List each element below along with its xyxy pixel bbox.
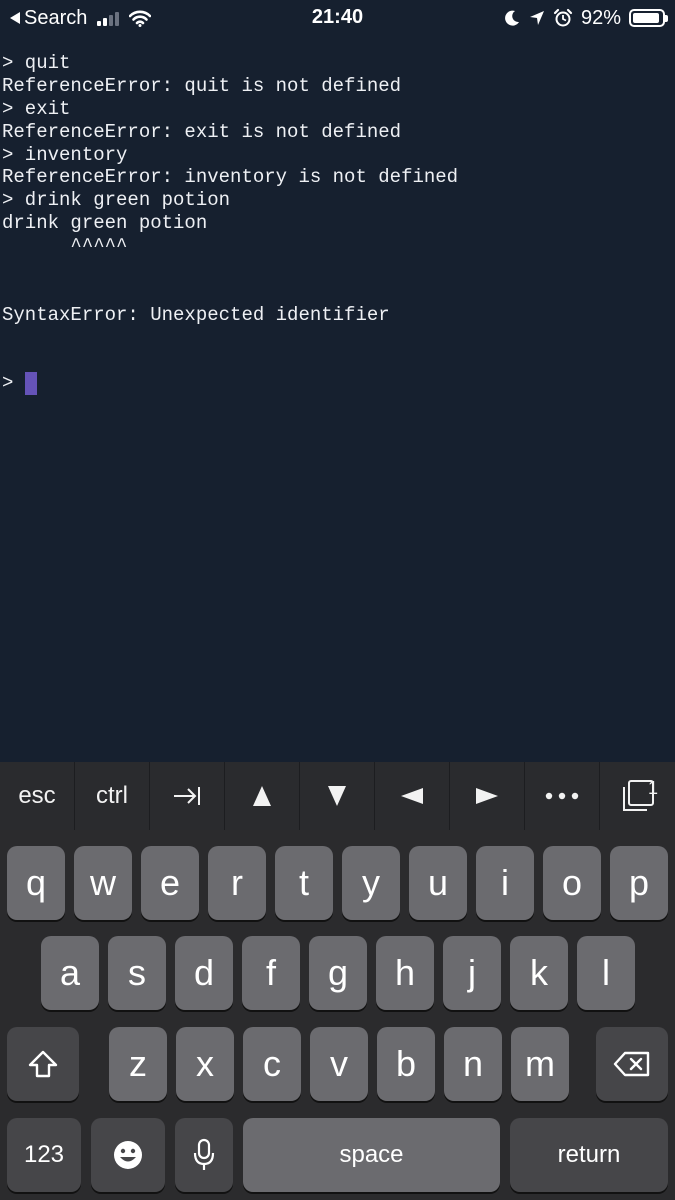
microphone-key[interactable]: [175, 1118, 233, 1192]
status-bar: Search 21:40 92%: [0, 0, 675, 38]
terminal-line: SyntaxError: Unexpected identifier: [2, 303, 390, 326]
key-u[interactable]: u: [409, 846, 467, 920]
terminal-line: ReferenceError: exit is not defined: [2, 120, 402, 143]
arrow-left-icon: [401, 788, 423, 804]
emoji-icon: [114, 1141, 142, 1169]
alarm-icon: [553, 8, 573, 27]
key-m[interactable]: m: [511, 1027, 569, 1101]
arrow-down-key[interactable]: [300, 762, 375, 830]
terminal-output[interactable]: > quit ReferenceError: quit is not defin…: [0, 38, 675, 762]
accessory-key-bar: esc ctrl 1: [0, 762, 675, 830]
key-s[interactable]: s: [108, 936, 166, 1010]
esc-key[interactable]: esc: [0, 762, 75, 830]
text-cursor: [25, 372, 38, 396]
emoji-key[interactable]: [91, 1118, 165, 1192]
key-c[interactable]: c: [243, 1027, 301, 1101]
shift-icon: [28, 1050, 58, 1078]
arrow-left-key[interactable]: [375, 762, 450, 830]
window-switch-key[interactable]: 1: [600, 762, 675, 830]
window-number: 1: [647, 778, 658, 798]
terminal-line: drink green potion: [2, 212, 208, 235]
key-x[interactable]: x: [176, 1027, 234, 1101]
more-key[interactable]: [525, 762, 600, 830]
battery-fill: [633, 13, 659, 23]
battery-percent: 92%: [580, 6, 621, 29]
moon-icon: [505, 10, 519, 26]
key-f[interactable]: f: [242, 936, 300, 1010]
terminal-line: ReferenceError: quit is not defined: [2, 74, 402, 97]
space-key[interactable]: space: [243, 1118, 500, 1192]
ctrl-key[interactable]: ctrl: [75, 762, 150, 830]
terminal-line: > inventory: [2, 143, 128, 166]
key-n[interactable]: n: [444, 1027, 502, 1101]
terminal-line: > quit: [2, 52, 71, 74]
prompt-symbol: >: [2, 372, 14, 395]
key-a[interactable]: a: [41, 936, 99, 1010]
delete-key[interactable]: [596, 1027, 668, 1101]
key-w[interactable]: w: [74, 846, 132, 920]
key-v[interactable]: v: [310, 1027, 368, 1101]
key-y[interactable]: y: [342, 846, 400, 920]
arrow-right-icon: [476, 788, 498, 804]
key-h[interactable]: h: [376, 936, 434, 1010]
key-t[interactable]: t: [275, 846, 333, 920]
key-o[interactable]: o: [543, 846, 601, 920]
location-icon: [529, 11, 544, 25]
keyboard: q w e r t y u i o p a s d f g h j k l z …: [0, 830, 675, 1200]
tab-icon: [174, 787, 200, 805]
arrow-up-key[interactable]: [225, 762, 300, 830]
terminal-line: ^^^^^: [2, 235, 128, 258]
return-key[interactable]: return: [510, 1118, 668, 1192]
key-g[interactable]: g: [309, 936, 367, 1010]
numbers-key[interactable]: 123: [7, 1118, 81, 1192]
tab-key[interactable]: [150, 762, 225, 830]
terminal-line: > drink green potion: [2, 189, 231, 212]
key-q[interactable]: q: [7, 846, 65, 920]
battery-icon: [629, 9, 668, 27]
terminal-line: ReferenceError: inventory is not defined: [2, 166, 459, 189]
shift-key[interactable]: [7, 1027, 79, 1101]
more-icon: [545, 792, 579, 800]
key-b[interactable]: b: [377, 1027, 435, 1101]
key-d[interactable]: d: [175, 936, 233, 1010]
key-l[interactable]: l: [577, 936, 635, 1010]
arrow-up-icon: [253, 786, 271, 806]
microphone-icon: [193, 1138, 215, 1170]
arrow-right-key[interactable]: [450, 762, 525, 830]
arrow-down-icon: [328, 786, 346, 806]
delete-icon: [613, 1051, 650, 1077]
terminal-prompt[interactable]: >: [2, 372, 675, 396]
key-e[interactable]: e: [141, 846, 199, 920]
key-z[interactable]: z: [109, 1027, 167, 1101]
key-p[interactable]: p: [610, 846, 668, 920]
key-r[interactable]: r: [208, 846, 266, 920]
key-k[interactable]: k: [510, 936, 568, 1010]
terminal-line: > exit: [2, 97, 71, 120]
key-j[interactable]: j: [443, 936, 501, 1010]
key-i[interactable]: i: [476, 846, 534, 920]
